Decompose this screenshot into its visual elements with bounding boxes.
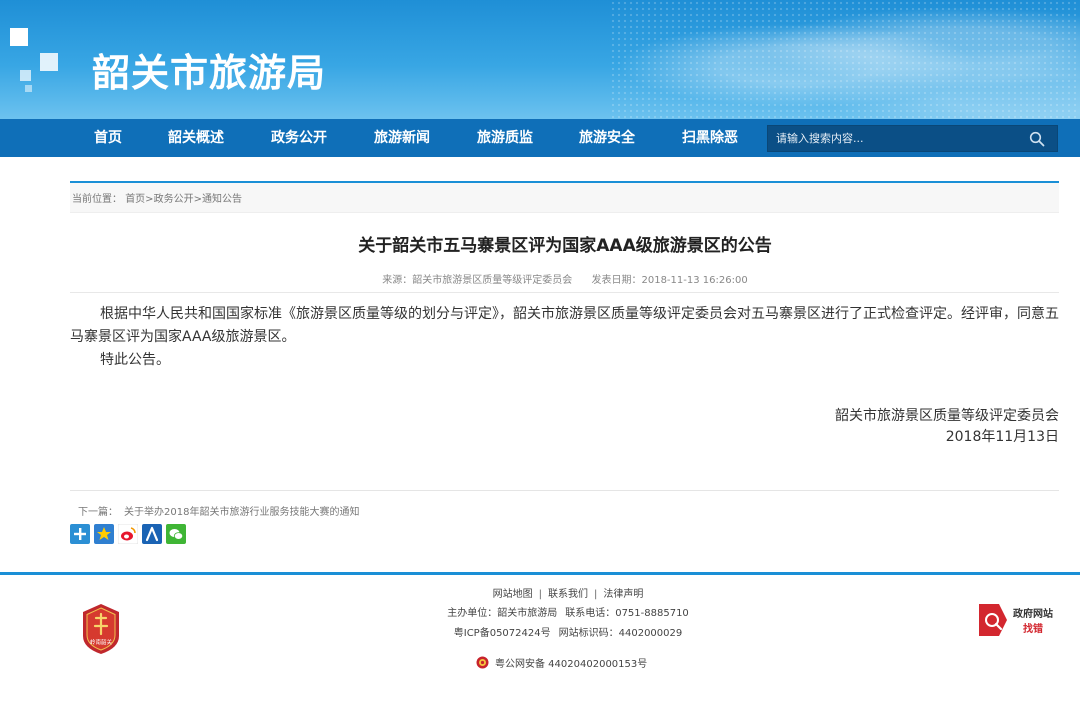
nav-item-gov-affairs[interactable]: 政务公开 [259, 119, 339, 157]
article-paragraph: 根据中华人民共和国国家标准《旅游景区质量等级的划分与评定》，韶关市旅游景区质量等… [70, 306, 1059, 345]
gov-site-error-report-badge[interactable]: 政府网站 找错 [977, 600, 1057, 640]
emblem-text: 岭南韶关 [90, 638, 113, 646]
next-article: 下一篇： 关于举办2018年韶关市旅游行业服务技能大赛的通知 [78, 503, 359, 518]
nav-item-news[interactable]: 旅游新闻 [362, 119, 442, 157]
site-title[interactable]: 韶关市旅游局 [92, 42, 326, 97]
search-box [767, 125, 1058, 152]
article-paragraph: 特此公告。 [100, 352, 170, 368]
footer-sponsor-line: 主办单位：韶关市旅游局 联系电话：0751-8885710 [0, 604, 1080, 619]
footer-police-record[interactable]: 粤公网安备 44020402000153号 [495, 655, 647, 670]
wechat-icon[interactable] [166, 524, 186, 544]
main-nav: 首页 韶关概述 政务公开 旅游新闻 旅游质监 旅游安全 扫黑除恶 [0, 119, 1080, 157]
plus-share-icon[interactable] [70, 524, 90, 544]
breadcrumb-prefix: 当前位置： [72, 194, 122, 205]
article-meta: 来源：韶关市旅游景区质量等级评定委员会 发表日期：2018-11-13 16:2… [0, 271, 1080, 286]
footer-icp[interactable]: 粤ICP备05072424号 [454, 628, 551, 639]
footer-separator: | [594, 589, 598, 600]
breadcrumb-path[interactable]: 首页>政务公开>通知公告 [125, 194, 242, 205]
next-article-label: 下一篇： [78, 507, 118, 518]
footer-police-line: 粤公网安备 44020402000153号 [476, 655, 647, 670]
header-banner: 韶关市旅游局 [0, 0, 1080, 119]
qzone-icon[interactable] [94, 524, 114, 544]
article-title: 关于韶关市五马寨景区评为国家AAA级旅游景区的公告 [358, 236, 772, 256]
footer-site-code: 网站标识码：4402000029 [558, 628, 683, 639]
logo-square [25, 85, 32, 92]
footer-link-sitemap[interactable]: 网站地图 [493, 589, 533, 600]
footer-sponsor: 主办单位：韶关市旅游局 [447, 608, 558, 619]
nav-item-home[interactable]: 首页 [68, 119, 148, 157]
logo-square [20, 70, 31, 81]
footer-link-legal[interactable]: 法律声明 [603, 589, 643, 600]
weibo-icon[interactable] [118, 524, 138, 544]
search-input[interactable] [768, 126, 1018, 151]
article-date: 发表日期：2018-11-13 16:26:00 [591, 275, 748, 286]
renren-icon[interactable] [142, 524, 162, 544]
dot-pattern [610, 0, 1080, 119]
article-signature: 韶关市旅游景区质量等级评定委员会 2018年11月13日 [835, 406, 1059, 448]
nav-item-overview[interactable]: 韶关概述 [156, 119, 236, 157]
article-body: 根据中华人民共和国国家标准《旅游景区质量等级的划分与评定》，韶关市旅游景区质量等… [70, 303, 1059, 372]
gov-badge-line2: 找错 [1023, 622, 1043, 635]
gov-badge-line1: 政府网站 [1013, 607, 1053, 620]
share-bar [70, 524, 186, 544]
signature-org: 韶关市旅游景区质量等级评定委员会 [835, 408, 1059, 424]
breadcrumb: 当前位置： 首页>政务公开>通知公告 [72, 190, 242, 205]
footer-link-contact[interactable]: 联系我们 [548, 589, 588, 600]
logo-square [40, 53, 58, 71]
footer-phone: 联系电话：0751-8885710 [565, 608, 689, 619]
nav-item-safety[interactable]: 旅游安全 [567, 119, 647, 157]
logo-square [10, 28, 28, 46]
next-divider [70, 490, 1059, 491]
footer-links: 网站地图 | 联系我们 | 法律声明 [0, 585, 1080, 600]
footer-separator: | [538, 589, 542, 600]
signature-date: 2018年11月13日 [945, 429, 1059, 445]
police-badge-icon [476, 656, 489, 669]
meta-divider [70, 292, 1059, 293]
next-article-link[interactable]: 关于举办2018年韶关市旅游行业服务技能大赛的通知 [124, 507, 359, 518]
search-icon[interactable] [1029, 131, 1045, 147]
nav-item-quality[interactable]: 旅游质监 [465, 119, 545, 157]
nav-item-anti-crime[interactable]: 扫黑除恶 [670, 119, 750, 157]
article-source: 来源：韶关市旅游景区质量等级评定委员会 [382, 275, 573, 286]
footer-icp-line: 粤ICP备05072424号 网站标识码：4402000029 [0, 624, 1080, 639]
